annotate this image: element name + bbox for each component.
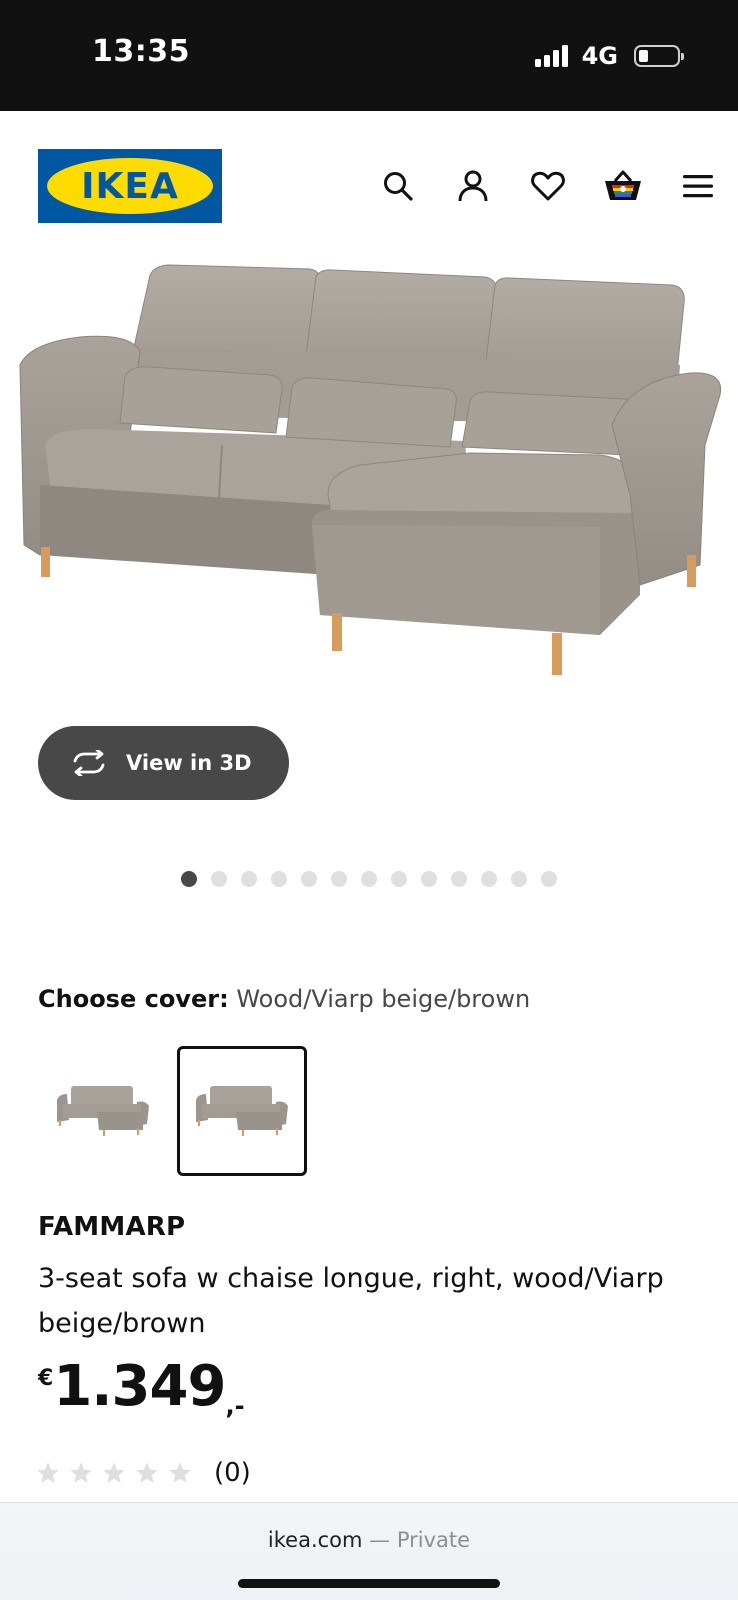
cover-label: Choose cover: [38,985,229,1013]
header-nav [360,165,735,207]
cover-swatch[interactable] [38,1046,168,1176]
carousel-dot[interactable] [301,871,317,887]
star-icon [103,1462,125,1483]
menu-icon[interactable] [660,165,735,207]
view-in-3d-label: View in 3D [126,751,252,775]
carousel-dot[interactable] [241,871,257,887]
carousel-dot[interactable] [451,871,467,887]
site-header: IKEA [0,111,738,251]
heart-icon[interactable] [510,165,585,207]
price-suffix: ,- [225,1392,245,1420]
rating-stars [36,1461,192,1485]
carousel-dot[interactable] [271,871,287,887]
network-type: 4G [581,42,618,70]
product-description: 3-seat sofa w chaise longue, right, wood… [38,1263,664,1339]
home-indicator[interactable] [238,1579,500,1588]
price-currency: € [38,1366,54,1391]
carousel-dots [181,871,557,887]
carousel-dot[interactable] [541,871,557,887]
cover-value: Wood/Viarp beige/brown [236,985,531,1013]
signal-icon [534,45,568,67]
carousel-dot[interactable] [331,871,347,887]
search-icon[interactable] [360,165,435,207]
product-image[interactable] [0,255,738,735]
browser-mode: — Private [362,1528,471,1552]
status-indicators: 4G [534,38,684,74]
battery-icon [634,45,684,67]
star-icon [169,1462,191,1483]
browser-domain: ikea.com [267,1528,363,1552]
carousel-dot[interactable] [391,871,407,887]
rotate-3d-icon [73,750,105,776]
cover-swatch-selected[interactable] [177,1046,307,1176]
status-bar: 13:35 4G [0,0,738,111]
star-icon [136,1462,158,1483]
account-icon[interactable] [435,165,510,207]
star-icon [70,1462,92,1483]
logo-text: IKEA [81,165,179,207]
product-price: € 1.349 ,- [38,1354,245,1420]
rating-count: (0) [214,1458,251,1488]
basket-icon[interactable] [585,165,660,207]
product-name: FAMMARP [38,1212,186,1242]
carousel-dot[interactable] [481,871,497,887]
price-integer: 1.349 [53,1354,226,1419]
carousel-dot[interactable] [181,871,197,887]
cover-chooser: Choose cover: Wood/Viarp beige/brown [38,985,530,1013]
browser-url[interactable]: ikea.com — Private [0,1528,738,1552]
ikea-logo[interactable]: IKEA [38,149,222,223]
product-rating[interactable]: (0) [36,1458,251,1488]
star-icon [37,1462,59,1483]
carousel-dot[interactable] [211,871,227,887]
view-in-3d-button[interactable]: View in 3D [38,726,289,800]
status-time: 13:35 [92,34,190,69]
carousel-dot[interactable] [421,871,437,887]
carousel-dot[interactable] [361,871,377,887]
carousel-dot[interactable] [511,871,527,887]
logo-oval: IKEA [47,158,213,214]
browser-address-bar[interactable]: ikea.com — Private [0,1502,738,1600]
